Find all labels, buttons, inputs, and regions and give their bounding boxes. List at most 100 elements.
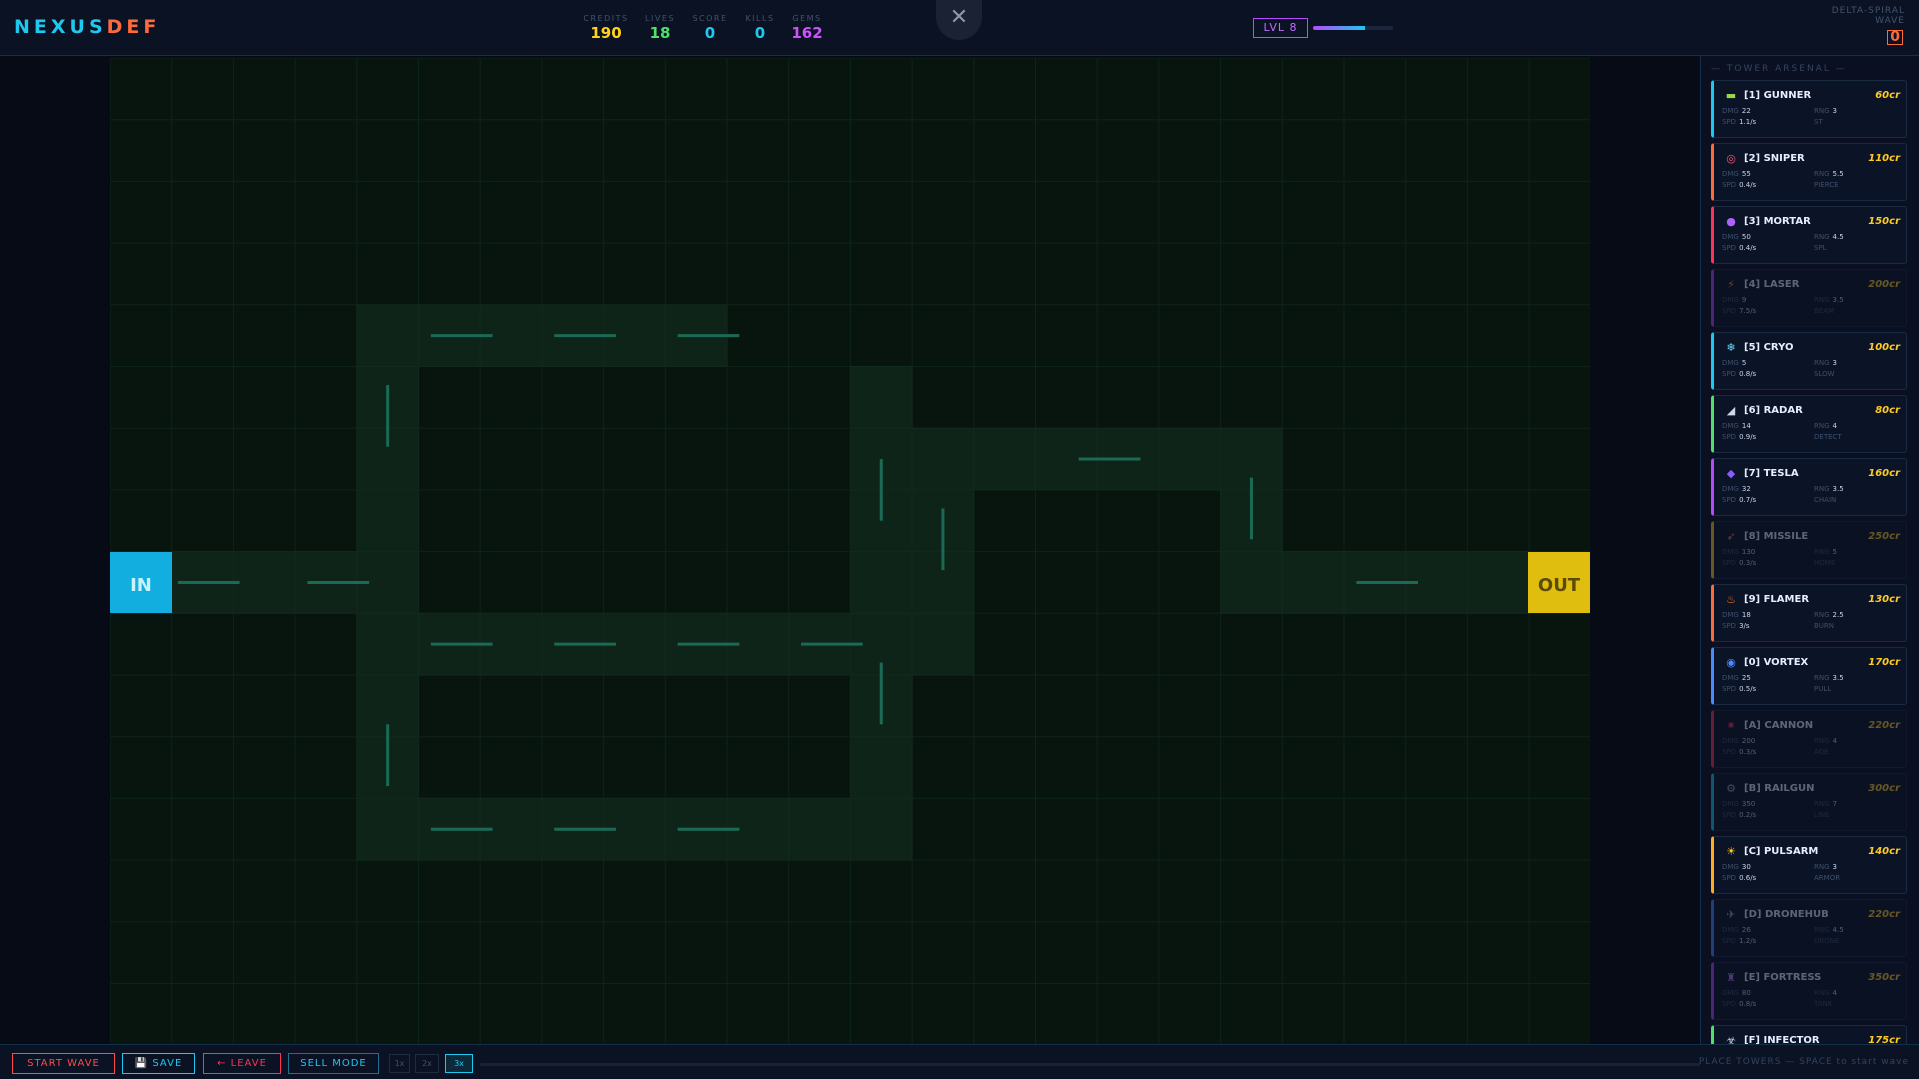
tower-cost: 110cr [1868,153,1900,164]
tower-card-railgun[interactable]: ⚙ [B] RAILGUN 300cr DMG 350 RNG 7 SPD 0.2/s LINE [1711,773,1907,831]
tower-damage: DMG 22 [1722,107,1751,115]
tower-damage-value: 55 [1741,170,1751,178]
map-name-line-2: WAVE [1875,16,1905,26]
tower-speed-value: 0.4/s [1739,244,1757,252]
tower-speed-value: 0.8/s [1739,370,1757,378]
tower-key: [7] [1744,468,1761,479]
tower-speed-value: 0.4/s [1739,181,1757,189]
tower-speed: SPD 0.9/s [1722,433,1757,441]
stat-value: 0 [704,24,716,42]
tower-card-dronehub[interactable]: ✈ [D] DRONEHUB 220cr DMG 26 RNG 4.5 SPD 1.2/s DRO… [1711,899,1907,957]
tower-cost: 60cr [1875,90,1900,101]
tower-card-radar[interactable]: ◢ [6] RADAR 80cr DMG 14 RNG 4 SPD 0.9/s DETECT [1711,395,1907,453]
tower-range: RNG 3 [1814,359,1837,367]
tower-key: [4] [1744,279,1761,290]
tower-tag: PULL [1814,685,1832,693]
tower-card-sniper[interactable]: ◎ [2] SNIPER 110cr DMG 55 RNG 5.5 SPD 0.4/s PIERC… [1711,143,1907,201]
tower-range: RNG 4.5 [1814,926,1844,934]
tower-key: [A] [1744,720,1761,731]
tower-key: [6] [1744,405,1761,416]
vortex-icon: ◉ [1726,656,1736,669]
tower-card-fortress[interactable]: ♜ [E] FORTRESS 350cr DMG 80 RNG 4 SPD 0.8/s TANK [1711,962,1907,1020]
tower-speed-value: 0.3/s [1739,748,1757,756]
tower-tag: TANK [1814,1000,1833,1008]
tower-name-label: PULSARM [1763,846,1819,857]
tower-card-infector[interactable]: ☣ [F] INFECTOR 175cr [1711,1025,1907,1044]
tower-speed-value: 0.8/s [1739,1000,1757,1008]
start-wave-button[interactable]: START WAVE [12,1053,115,1074]
castle-icon: ♜ [1726,971,1736,984]
tower-speed: SPD 0.2/s [1722,811,1757,819]
tower-tag: AOE [1814,748,1829,756]
tower-cost: 140cr [1868,846,1900,857]
stat-credits: CREDITS 190 [580,14,632,42]
tower-damage: DMG 80 [1722,989,1751,997]
sidebar-title: — TOWER ARSENAL — [1711,64,1847,74]
tower-damage: DMG 25 [1722,674,1751,682]
speed-2x-button[interactable]: 2x [415,1054,439,1073]
tower-card-mortar[interactable]: ● [3] MORTAR 150cr DMG 50 RNG 4.5 SPD 0.4/s SPL [1711,206,1907,264]
map-name: DELTA-SPIRAL WAVE [1832,6,1905,26]
path-tile [788,797,851,861]
tower-tag: BEAM [1814,307,1835,315]
tower-card-missile[interactable]: ➶ [8] MISSILE 250cr DMG 130 RNG 5 SPD 0.3/s HOME [1711,521,1907,579]
tower-card-gunner[interactable]: ▬ [1] GUNNER 60cr DMG 22 RNG 3 SPD 1.1/s ST [1711,80,1907,138]
tower-card-laser[interactable]: ⚡ [4] LASER 200cr DMG 9 RNG 3.5 SPD 7.5/s BEAM [1711,269,1907,327]
tower-tag: HOME [1814,559,1836,567]
tower-key: [C] [1744,846,1761,857]
tower-speed: SPD 3/s [1722,622,1750,630]
tower-range-value: 7 [1832,800,1837,808]
tower-damage-value: 18 [1741,611,1751,619]
speed-1x-button[interactable]: 1x [389,1054,410,1073]
flame-icon: ♨ [1726,593,1736,606]
path-tile [1220,551,1283,614]
tower-damage-value: 9 [1741,296,1747,304]
tower-range: RNG 3.5 [1814,296,1844,304]
tower-name: [9] FLAMER [1744,594,1809,605]
game-grid[interactable]: IN OUT [110,58,1590,1044]
close-button[interactable]: ✕ [936,0,982,40]
tower-key: [0] [1744,657,1761,668]
tower-card-flamer[interactable]: ♨ [9] FLAMER 130cr DMG 18 RNG 2.5 SPD 3/s BURN [1711,584,1907,642]
tower-damage: DMG 14 [1722,422,1751,430]
tower-key: [5] [1744,342,1761,353]
stat-label: KILLS [745,14,775,23]
tower-name: [F] INFECTOR [1744,1035,1820,1044]
tower-range: RNG 3 [1814,863,1837,871]
target-icon: ◎ [1726,152,1736,165]
tower-name: [C] PULSARM [1744,846,1818,857]
tower-range-value: 5.5 [1832,170,1844,178]
tower-card-cannon[interactable]: ✷ [A] CANNON 220cr DMG 200 RNG 4 SPD 0.3/s AOE [1711,710,1907,768]
tower-name-label: SNIPER [1763,153,1805,164]
tower-damage: DMG 5 [1722,359,1747,367]
tower-card-vortex[interactable]: ◉ [0] VORTEX 170cr DMG 25 RNG 3.5 SPD 0.5/s PULL [1711,647,1907,705]
tower-speed-value: 7.5/s [1739,307,1757,315]
tower-tag: ARMOR [1814,874,1841,882]
tower-name-label: FORTRESS [1763,972,1822,983]
rocket-icon: ➶ [1726,530,1736,543]
tower-card-cryo[interactable]: ❄ [5] CRYO 100cr DMG 5 RNG 3 SPD 0.8/s SLOW [1711,332,1907,390]
tower-range: RNG 3 [1814,107,1837,115]
save-button[interactable]: 💾 SAVE [122,1053,195,1074]
tower-damage-value: 30 [1741,863,1751,871]
leave-button[interactable]: ← LEAVE [203,1053,281,1074]
stat-gems: GEMS 162 [788,14,826,42]
tower-range-value: 4.5 [1832,233,1844,241]
tower-card-tesla[interactable]: ◆ [7] TESLA 160cr DMG 32 RNG 3.5 SPD 0.7/s CHAIN [1711,458,1907,516]
tower-damage: DMG 32 [1722,485,1751,493]
tower-speed: SPD 0.4/s [1722,181,1757,189]
tower-cost: 200cr [1868,279,1900,290]
tower-cost: 220cr [1868,720,1900,731]
tower-range: RNG 4 [1814,989,1837,997]
tower-key: [3] [1744,216,1761,227]
stat-score: SCORE 0 [688,14,732,42]
tower-card-pulsarm[interactable]: ☀ [C] PULSARM 140cr DMG 30 RNG 3 SPD 0.6/s ARMOR [1711,836,1907,894]
tower-damage-value: 32 [1741,485,1751,493]
sell-mode-button[interactable]: SELL MODE [288,1053,379,1074]
tower-range: RNG 4 [1814,737,1837,745]
logo-part-2: DEF [106,16,161,38]
tower-damage: DMG 30 [1722,863,1751,871]
tower-cost: 160cr [1868,468,1900,479]
level-badge: LVL 8 [1253,18,1308,38]
speed-3x-button[interactable]: 3x [445,1054,473,1073]
